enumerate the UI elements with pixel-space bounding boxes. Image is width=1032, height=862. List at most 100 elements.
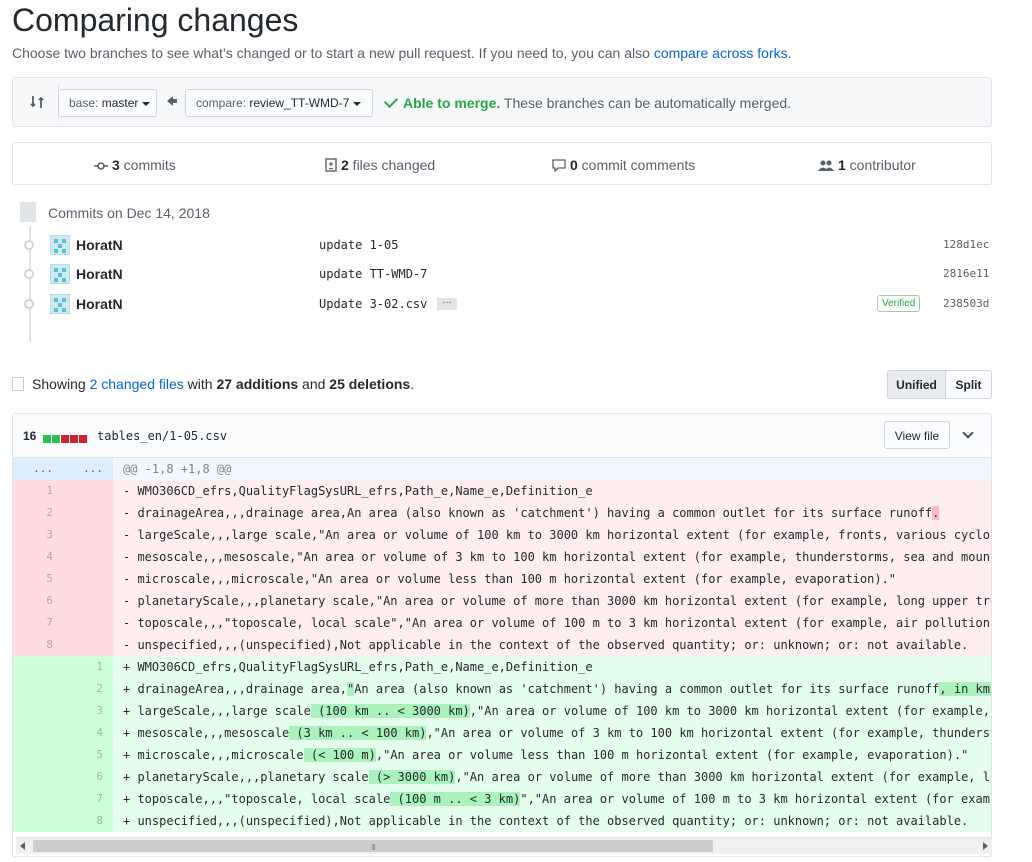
expand-up-button[interactable]: ... xyxy=(13,458,63,480)
avatar[interactable] xyxy=(50,235,70,255)
scroll-left-icon[interactable] xyxy=(20,842,25,850)
files-tab[interactable]: 2 files changed xyxy=(325,157,435,173)
file-icon xyxy=(12,377,24,391)
compare-label: compare: xyxy=(196,96,247,110)
line-code: + toposcale,,,"toposcale, local scale (1… xyxy=(113,788,991,810)
old-line-number xyxy=(13,788,63,810)
contributors-tab[interactable]: 1 contributor xyxy=(818,157,916,173)
scroll-right-icon[interactable] xyxy=(983,842,988,850)
commit-message[interactable]: Update 3-02.csv xyxy=(319,297,427,311)
new-line-number xyxy=(63,590,113,612)
compare-across-forks-link[interactable]: compare across forks xyxy=(654,45,788,61)
line-code: + WMO306CD_efrs,QualityFlagSysURL_efrs,P… xyxy=(113,656,991,678)
avatar[interactable] xyxy=(50,264,70,284)
diffstat-block xyxy=(43,435,51,443)
commits-date: Commits on Dec 14, 2018 xyxy=(48,205,210,221)
line-text: ,"An area or volume less than 100 m hori… xyxy=(375,748,969,762)
view-file-button[interactable]: View file xyxy=(884,421,950,449)
new-line-number xyxy=(63,568,113,590)
old-line-number xyxy=(13,700,63,722)
chevron-down-icon[interactable] xyxy=(962,427,974,439)
compare-value: review_TT-WMD-7 xyxy=(249,96,350,110)
expand-ellipsis-button[interactable]: … xyxy=(437,296,457,310)
new-line-number xyxy=(63,524,113,546)
line-code: + mesoscale,,,mesoscale (3 km .. < 100 k… xyxy=(113,722,991,744)
split-button[interactable]: Split xyxy=(945,370,992,399)
page-title: Comparing changes xyxy=(12,2,299,38)
new-line-number[interactable]: 7 xyxy=(63,788,113,810)
line-text: - toposcale,,,"toposcale, local scale","… xyxy=(123,616,992,630)
line-text: ","An area or volume of 100 m to 3 km ho… xyxy=(520,792,992,806)
old-line-number[interactable]: 5 xyxy=(13,568,63,590)
old-line-number xyxy=(13,656,63,678)
new-line-number[interactable]: 8 xyxy=(63,810,113,832)
verified-badge[interactable]: Verified xyxy=(877,295,921,312)
line-text: - drainageArea,,,drainage area,An area (… xyxy=(123,506,933,520)
line-code: + largeScale,,,large scale (100 km .. < … xyxy=(113,700,991,722)
avatar[interactable] xyxy=(50,294,70,314)
commit-dot-icon xyxy=(24,240,34,250)
overall-summary: 3 commits 2 files changed 0 commit comme… xyxy=(12,142,992,185)
base-value: master xyxy=(101,96,139,110)
line-code: - mesoscale,,,mesoscale,"An area or volu… xyxy=(113,546,991,568)
file-diff-icon xyxy=(325,158,337,172)
changed-files-link[interactable]: 2 changed files xyxy=(90,376,184,392)
commit-sha[interactable]: 238503d xyxy=(943,297,989,310)
old-line-number[interactable]: 8 xyxy=(13,634,63,656)
diffstat-block xyxy=(52,435,60,443)
added-highlight: (< 100 m) xyxy=(303,748,376,762)
merge-text: These branches can be automatically merg… xyxy=(500,95,792,111)
comments-tab[interactable]: 0 commit comments xyxy=(552,157,695,173)
added-highlight: (100 m .. < 3 km) xyxy=(390,792,521,806)
range-editor: base: master compare: review_TT-WMD-7 Ab… xyxy=(12,77,992,127)
commit-author[interactable]: HoratN xyxy=(76,296,123,312)
added-line: 4 + mesoscale,,,mesoscale (3 km .. < 100 … xyxy=(13,722,991,744)
added-line: 3 + largeScale,,,large scale (100 km .. <… xyxy=(13,700,991,722)
old-line-number[interactable]: 2 xyxy=(13,502,63,524)
commit-author[interactable]: HoratN xyxy=(76,237,123,253)
comments-label: commit comments xyxy=(577,157,696,173)
line-code: + microscale,,,microscale (< 100 m),"An … xyxy=(113,744,991,766)
file-header: 16 tables_en/1-05.csv View file xyxy=(13,414,991,458)
new-line-number xyxy=(63,634,113,656)
line-code: - unspecified,,,(unspecified),Not applic… xyxy=(113,634,991,656)
line-code: - microscale,,,microscale,"An area or vo… xyxy=(113,568,991,590)
arrow-left-icon xyxy=(167,96,177,106)
people-icon xyxy=(818,160,834,171)
added-line: 7 + toposcale,,,"toposcale, local scale (… xyxy=(13,788,991,810)
subtitle-end: . xyxy=(787,45,792,61)
new-line-number[interactable]: 3 xyxy=(63,700,113,722)
old-line-number[interactable]: 4 xyxy=(13,546,63,568)
repo-push-icon xyxy=(14,198,42,226)
caret-down-icon xyxy=(353,101,362,106)
line-text: ,"An area or volume of more than 3000 km… xyxy=(455,770,992,784)
old-line-number[interactable]: 6 xyxy=(13,590,63,612)
old-line-number[interactable]: 3 xyxy=(13,524,63,546)
commit-author[interactable]: HoratN xyxy=(76,266,123,282)
commit-message[interactable]: update TT-WMD-7 xyxy=(319,267,427,281)
added-highlight: (3 km .. < 100 km) xyxy=(289,726,427,740)
commit-sha[interactable]: 2816e11 xyxy=(943,267,989,280)
new-line-number[interactable]: 2 xyxy=(63,678,113,700)
deleted-line: 6 - planetaryScale,,,planetary scale,"An … xyxy=(13,590,991,612)
commit-sha[interactable]: 128d1ec xyxy=(943,238,989,251)
expand-down-button[interactable]: ... xyxy=(63,458,113,480)
base-branch-select[interactable]: base: master xyxy=(58,89,157,117)
new-line-number[interactable]: 4 xyxy=(63,722,113,744)
compare-branch-select[interactable]: compare: review_TT-WMD-7 xyxy=(185,89,373,117)
new-line-number[interactable]: 5 xyxy=(63,744,113,766)
commits-tab[interactable]: 3 commits xyxy=(94,157,176,173)
file-name[interactable]: tables_en/1-05.csv xyxy=(97,429,227,443)
scroll-grip: III xyxy=(371,843,376,852)
new-line-number[interactable]: 1 xyxy=(63,656,113,678)
diffstat-blocks xyxy=(43,430,88,446)
old-line-number[interactable]: 1 xyxy=(13,480,63,502)
contributors-count: 1 xyxy=(838,157,846,173)
diffstat-count: 16 xyxy=(23,429,37,443)
horizontal-scrollbar[interactable]: III xyxy=(16,837,992,854)
new-line-number[interactable]: 6 xyxy=(63,766,113,788)
commit-message[interactable]: update 1-05 xyxy=(319,238,398,252)
unified-button[interactable]: Unified xyxy=(887,370,946,399)
line-text: + microscale,,,microscale xyxy=(123,748,304,762)
old-line-number[interactable]: 7 xyxy=(13,612,63,634)
